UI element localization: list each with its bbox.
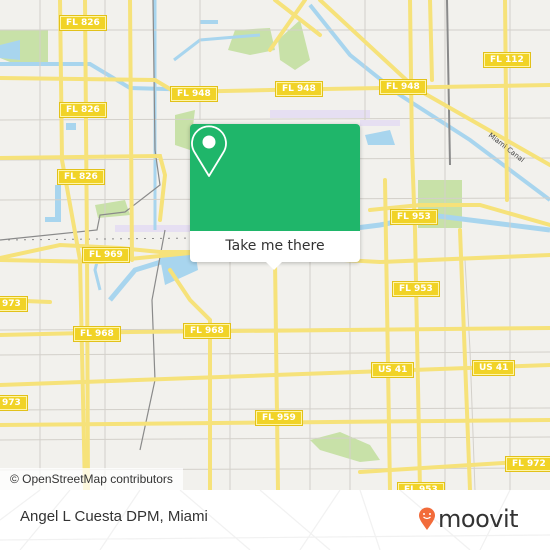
road-shield: FL 948 [170,86,218,102]
road-shield: FL 112 [483,52,531,68]
map-canvas[interactable]: Miami Canal FL 826 FL 826 FL 826 FL 948 … [0,0,550,490]
popup-header [190,124,360,231]
moovit-logo[interactable]: moovit [418,500,519,538]
road-shield: FL 968 [73,326,121,342]
road-shield: FL 968 [183,323,231,339]
road-shield: US 41 [471,360,516,376]
road-shield: US 41 [370,362,415,378]
road-shield: FL 948 [275,81,323,97]
footer-bar: Angel L Cuesta DPM, Miami moovit [0,490,550,550]
park-area [228,28,275,55]
road-shield: FL 826 [57,169,105,185]
place-name: Angel L Cuesta DPM, Miami [20,508,208,525]
road-shield: 973 [0,395,28,411]
road-shield: 973 [0,296,28,312]
water-pond [200,20,218,24]
map-attribution[interactable]: © OpenStreetMap contributors [0,468,183,490]
water-lake [365,130,395,145]
airport-runway [270,110,370,118]
rail-line [446,0,451,166]
road-shield: FL 959 [255,410,303,426]
water-pond [66,123,76,130]
road-shield: FL 826 [59,102,107,118]
park-area [278,20,310,70]
park-area [310,432,380,462]
road-shield: FL 972 [505,456,550,472]
popup-pointer [266,262,282,270]
road-shield: FL 826 [59,15,107,31]
road-shield: FL 948 [379,79,427,95]
water-pond [55,185,61,220]
road-shield: FL 953 [397,482,445,490]
road-shield: FL 953 [392,281,440,297]
road-shield: FL 953 [390,209,438,225]
moovit-pin-icon [419,507,435,530]
location-pin-icon [191,125,227,177]
brand-name: moovit [438,505,519,533]
road-shield: FL 969 [82,247,130,263]
airport-runway [360,120,400,126]
take-me-there-button[interactable]: Take me there [190,231,360,262]
water-pond [45,217,61,222]
location-popup: Take me there [190,124,360,270]
